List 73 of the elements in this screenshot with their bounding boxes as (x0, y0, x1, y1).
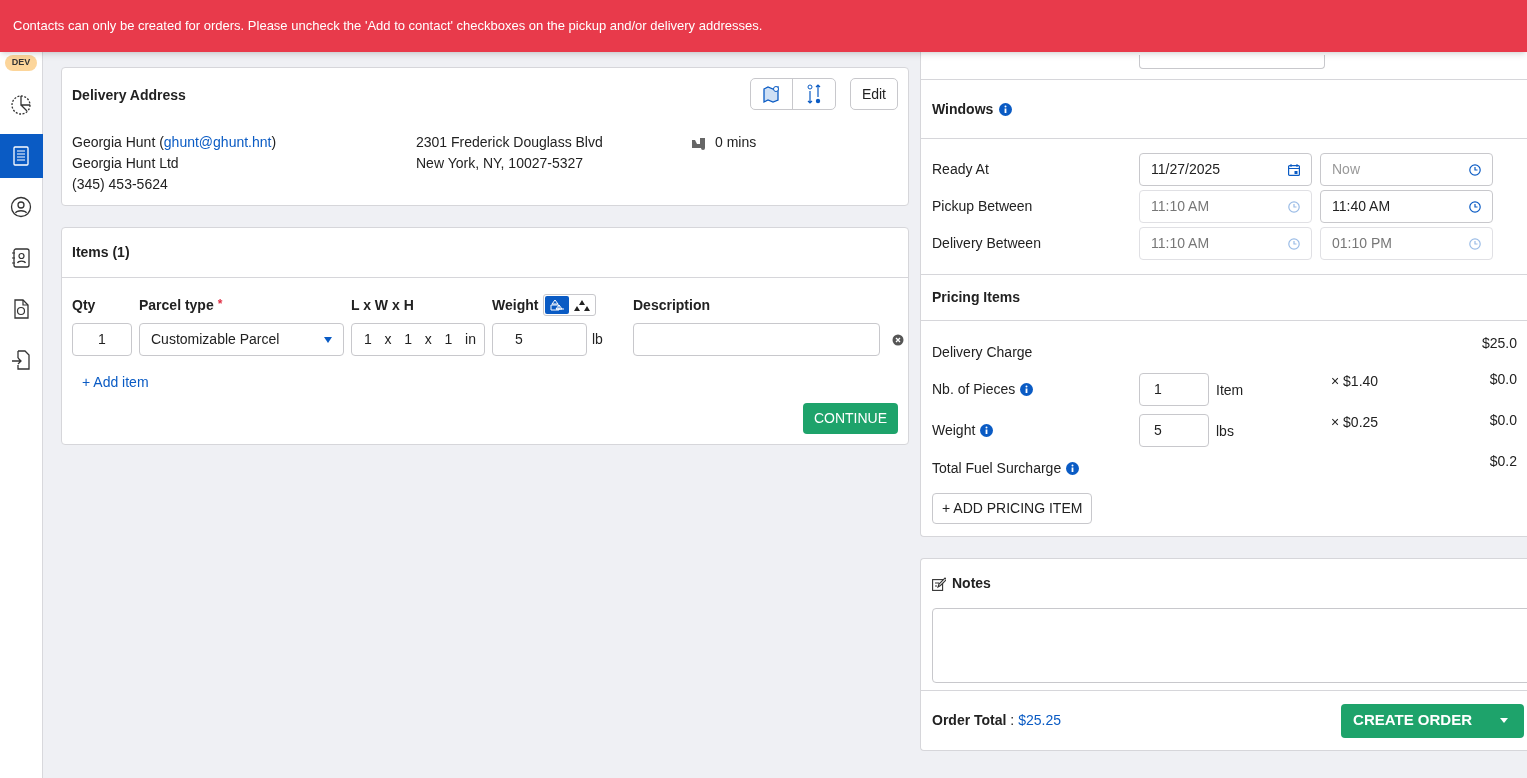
column-header: L x W x H (351, 295, 414, 315)
date-field[interactable]: 11/27/2025 (1139, 153, 1312, 186)
price-label: Total Fuel Surcharge (932, 458, 1062, 478)
map-icon (761, 84, 782, 104)
quantity-field[interactable]: 1 (1139, 373, 1209, 406)
unit-label: lb (592, 330, 603, 349)
info-icon (999, 102, 1013, 116)
order-total-value: $25.25 (1018, 711, 1062, 730)
weight-stack-icon (574, 299, 591, 311)
order-total-label: Order Total : (932, 711, 1015, 730)
import-icon (10, 348, 32, 371)
remove-button[interactable] (892, 333, 904, 346)
clock-icon (1288, 237, 1300, 250)
edit-note-icon (932, 576, 946, 591)
weight-mode-button[interactable] (545, 296, 570, 314)
price-amount: $0.0 (1489, 370, 1517, 389)
add-pricing-item-button[interactable]: + ADD PRICING ITEM (932, 493, 1093, 524)
time-field[interactable]: 11:40 AM (1320, 190, 1493, 223)
close-icon (892, 333, 904, 346)
card-title: Items (1) (72, 243, 130, 262)
column-header: Qty (72, 295, 96, 315)
column-header: Weight (492, 295, 539, 315)
company-name: Georgia Hunt Ltd (72, 154, 180, 173)
address-book-icon (10, 246, 32, 269)
column-header: Description (633, 295, 710, 315)
description-field[interactable] (633, 323, 880, 356)
price-label: Delivery Charge (932, 342, 1033, 362)
contact-name: Georgia Hunt (ghunt@ghunt.hnt) (72, 133, 278, 152)
caret-down-icon (1500, 718, 1508, 723)
pie-chart-icon (10, 93, 32, 116)
dimensions-field[interactable]: 1 x 1 x 1 in (351, 323, 485, 356)
dropdown-caret-icon (324, 336, 332, 343)
quantity-field[interactable]: 5 (1139, 414, 1209, 447)
alert-message: Contacts can only be created for orders. Please uncheck the 'Add to contact' checkboxes on the pickup and/or delivery addresses. (13, 17, 763, 36)
section-title: Windows (932, 99, 994, 119)
env-badge: DEV (4, 55, 38, 71)
weights-icon (549, 299, 566, 311)
street-address: 2301 Frederick Douglass Blvd (416, 133, 604, 152)
section-title: Notes (952, 574, 991, 593)
price-label: Weight (932, 421, 976, 440)
field-label: Delivery Between (932, 234, 1042, 253)
clock-icon (1469, 200, 1481, 213)
receipt-icon (10, 144, 32, 167)
calendar-icon (1288, 163, 1300, 176)
field-label: Ready At (932, 160, 990, 179)
sidebar-item[interactable] (0, 133, 43, 178)
add-item-link[interactable]: + Add item (82, 372, 149, 393)
required-mark: * (217, 295, 223, 313)
phone-number: (345) 453-5624 (72, 175, 169, 194)
card-title: Delivery Address (72, 86, 186, 105)
clock-icon (1469, 237, 1481, 250)
section-title: Pricing Items (932, 288, 1020, 307)
unit-rate: × $1.40 (1331, 372, 1379, 391)
column-header: Parcel type (139, 295, 214, 315)
unit-rate: × $0.25 (1331, 413, 1379, 432)
unit-label: lbs (1216, 422, 1235, 441)
quantity-field[interactable]: 1 (72, 323, 132, 356)
notes-field[interactable] (932, 608, 1527, 683)
clock-icon (1288, 200, 1300, 213)
email-link[interactable]: ghunt@ghunt.hnt (163, 134, 272, 150)
price-amount: $25.0 (1481, 334, 1517, 353)
parcel-type-dropdown[interactable]: Customizable Parcel (139, 323, 344, 356)
price-amount: $0.2 (1489, 452, 1517, 471)
field-label: Pickup Between (932, 197, 1034, 216)
user-icon (10, 195, 32, 218)
clock-icon (1469, 163, 1481, 176)
city-address: New York, NY, 10027-5327 (416, 154, 585, 173)
unit-label: Item (1216, 381, 1245, 400)
edit-button[interactable]: Edit (849, 78, 898, 110)
travel-duration: 0 mins (715, 133, 757, 152)
price-amount: $0.0 (1489, 411, 1517, 430)
weight-field[interactable]: 5 (492, 323, 587, 356)
price-label: Nb. of Pieces (932, 380, 1016, 399)
